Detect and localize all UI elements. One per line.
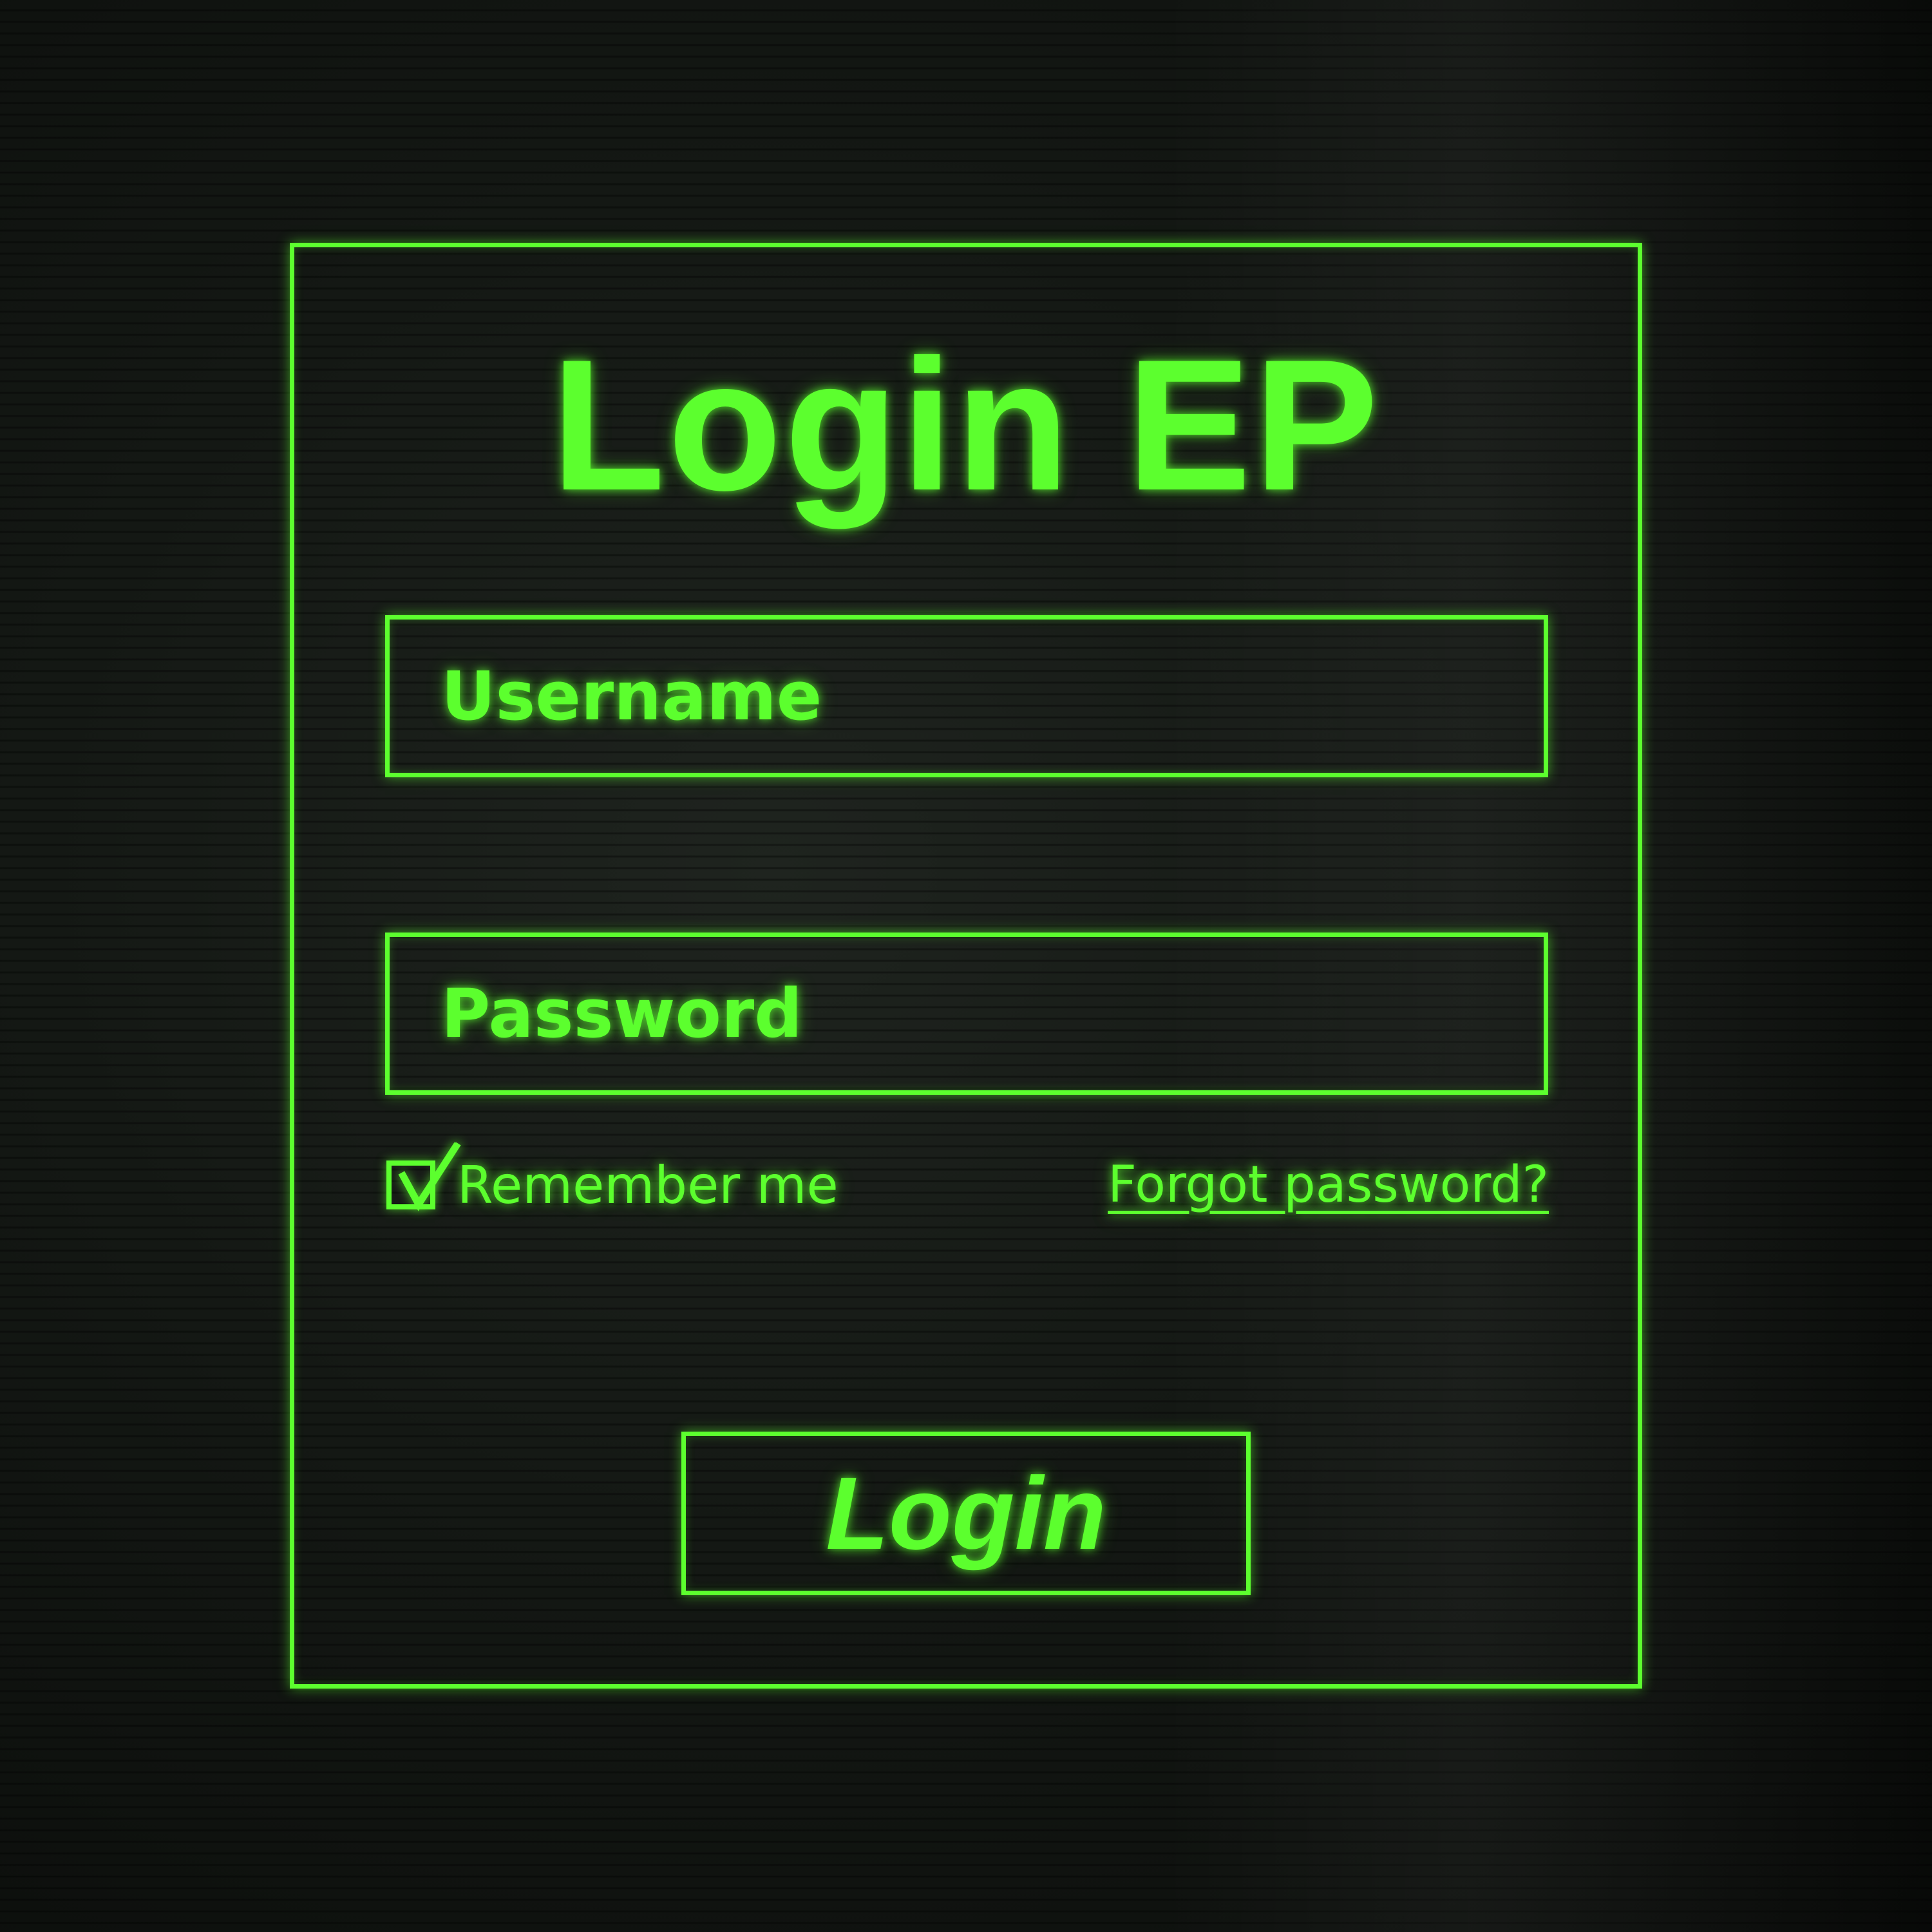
login-button-label: Login bbox=[826, 1455, 1106, 1571]
login-button[interactable]: Login bbox=[681, 1432, 1251, 1595]
password-field[interactable]: Password bbox=[385, 933, 1548, 1095]
remember-me-checkbox[interactable] bbox=[386, 1142, 461, 1211]
username-placeholder: Username bbox=[441, 657, 822, 735]
forgot-password-link[interactable]: Forgot password? bbox=[1066, 1146, 1549, 1224]
username-field[interactable]: Username bbox=[385, 615, 1548, 777]
password-placeholder: Password bbox=[441, 974, 802, 1053]
remember-me-label: Remember me bbox=[457, 1155, 838, 1215]
remember-me-option[interactable]: Remember me bbox=[386, 1142, 838, 1224]
page-title: Login EP bbox=[551, 321, 1381, 529]
checkmark-icon bbox=[398, 1142, 461, 1211]
